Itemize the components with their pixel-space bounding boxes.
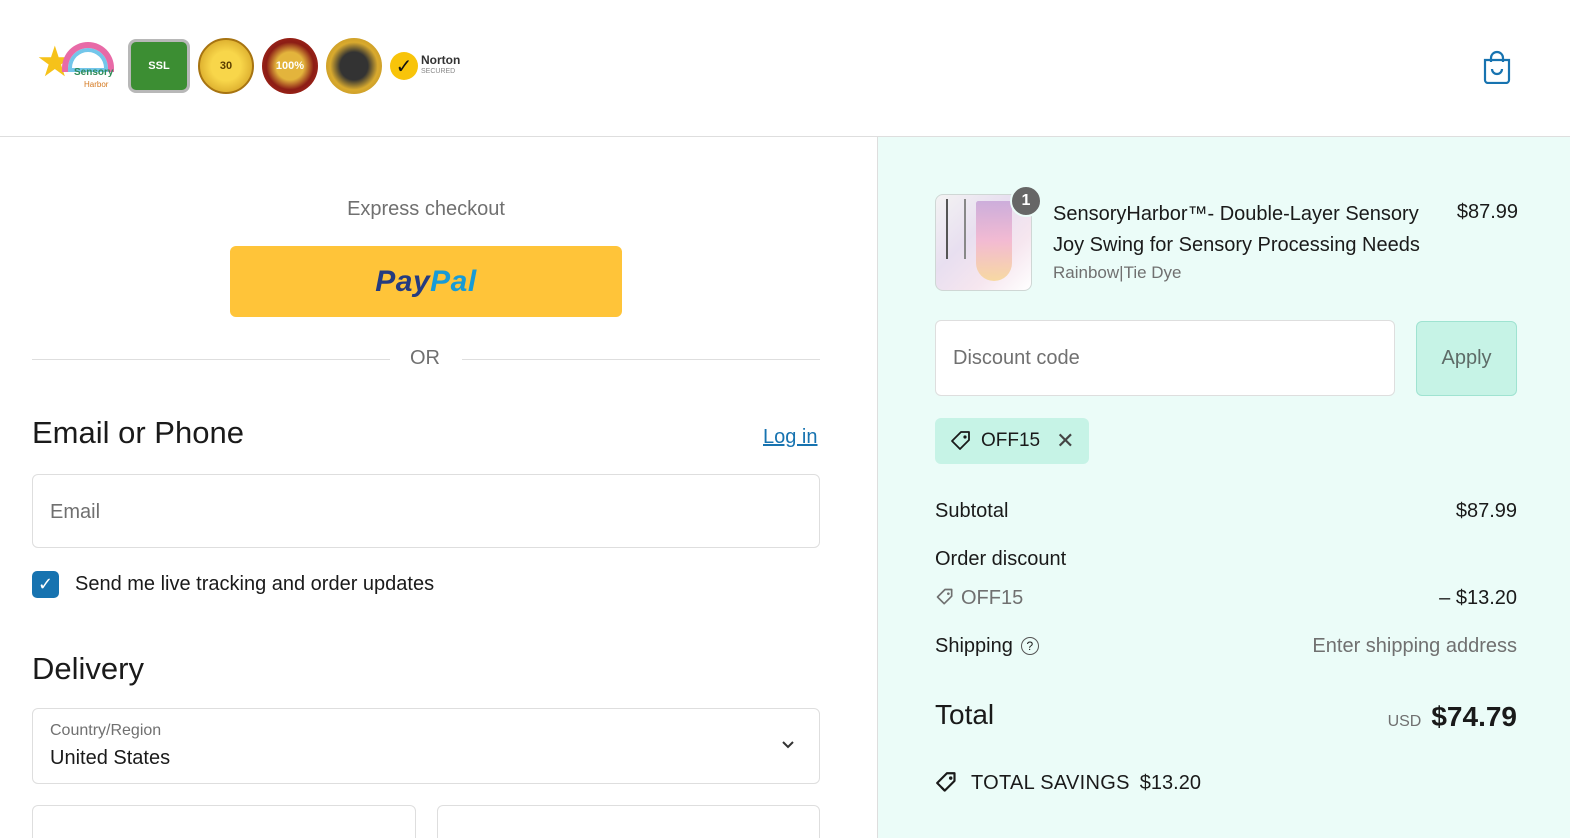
total-savings-label: TOTAL SAVINGS (971, 771, 1130, 794)
ssl-badge: SSL (128, 39, 190, 93)
country-value: United States (50, 747, 171, 769)
total-row: Total USD $74.79 (935, 699, 1517, 732)
order-discount-code-row: OFF15 – $13.20 (935, 587, 1517, 610)
product-title: SensoryHarbor™- Double-Layer Sensory Joy… (1053, 203, 1420, 256)
subtotal-value: $87.99 (1455, 500, 1517, 522)
total-value: $74.79 (1431, 701, 1517, 732)
tag-icon (936, 772, 956, 792)
marketing-checkbox-label[interactable]: Send me live tracking and order updates (75, 573, 434, 596)
discount-code-input[interactable]: Discount code (935, 320, 1395, 396)
email-placeholder: Email (50, 501, 101, 523)
shipping-label: Shipping (935, 635, 1013, 657)
total-currency: USD (1387, 713, 1422, 730)
product-thumbnail: 1 (935, 185, 1042, 291)
first-name-field[interactable] (32, 805, 416, 838)
norton-badge: ✓ Norton SECURED (390, 41, 470, 91)
help-icon[interactable]: ? (1020, 637, 1039, 655)
secure-badge (326, 38, 382, 94)
paypal-button[interactable]: Pay Pal (230, 246, 622, 317)
order-summary: 1 SensoryHarbor™- Double-Layer Sensory J… (877, 137, 1570, 838)
marketing-checkbox[interactable]: ✓ (32, 571, 59, 598)
total-savings-value: $13.20 (1139, 771, 1201, 794)
product-variant: Rainbow|Tie Dye (1053, 263, 1182, 282)
email-field[interactable]: Email (32, 474, 820, 548)
remove-discount-icon[interactable]: ✕ (1056, 428, 1074, 454)
store-logo[interactable]: ★ Sensory Harbor (34, 38, 120, 94)
shipping-row: Shipping? Enter shipping address (935, 635, 1517, 658)
total-savings: TOTAL SAVINGS $13.20 (935, 770, 1201, 796)
logo-text: Sensory (74, 67, 114, 78)
shipping-value: Enter shipping address (1312, 635, 1517, 657)
tag-icon (951, 431, 970, 450)
contact-heading: Email or Phone (32, 415, 244, 450)
discount-placeholder: Discount code (953, 347, 1080, 369)
divider-line (462, 359, 820, 360)
delivery-heading: Delivery (32, 651, 144, 686)
checkout-header: ★ Sensory Harbor SSL 30 100% ✓ Norton SEC… (0, 0, 1570, 137)
tag-icon (936, 588, 953, 605)
divider-line (32, 359, 390, 360)
country-select[interactable]: Country/Region United States (32, 708, 820, 784)
applied-discount-code: OFF15 (981, 430, 1041, 451)
express-checkout-title: Express checkout (347, 198, 505, 220)
shopping-bag-icon[interactable] (1482, 50, 1512, 84)
order-discount-code: OFF15 (961, 587, 1024, 609)
order-discount-label: Order discount (935, 548, 1067, 570)
logo-subtext: Harbor (84, 80, 109, 89)
checkout-form: Express checkout Pay Pal OR Email or Phon… (0, 137, 877, 838)
guarantee-badge: 30 (198, 38, 254, 94)
order-discount-value: – $13.20 (1439, 587, 1517, 609)
subtotal-label: Subtotal (935, 500, 1009, 522)
checkmark-icon: ✓ (390, 52, 418, 80)
or-divider: OR (32, 347, 820, 373)
last-name-field[interactable] (437, 805, 820, 838)
order-discount-row: Order discount (935, 548, 1517, 571)
or-label: OR (410, 347, 440, 369)
country-label: Country/Region (50, 722, 162, 739)
product-price: $87.99 (1456, 201, 1518, 223)
guaranteed-badge: 100% (262, 38, 318, 94)
chevron-down-icon (782, 741, 794, 749)
login-link[interactable]: Log in (763, 426, 818, 449)
total-label: Total (935, 699, 995, 730)
applied-discount-chip: OFF15 ✕ (935, 418, 1089, 464)
apply-button[interactable]: Apply (1416, 321, 1517, 396)
subtotal-row: Subtotal $87.99 (935, 500, 1517, 523)
quantity-badge: 1 (1010, 185, 1042, 217)
trust-badges: ★ Sensory Harbor SSL 30 100% ✓ Norton SEC… (34, 38, 470, 94)
